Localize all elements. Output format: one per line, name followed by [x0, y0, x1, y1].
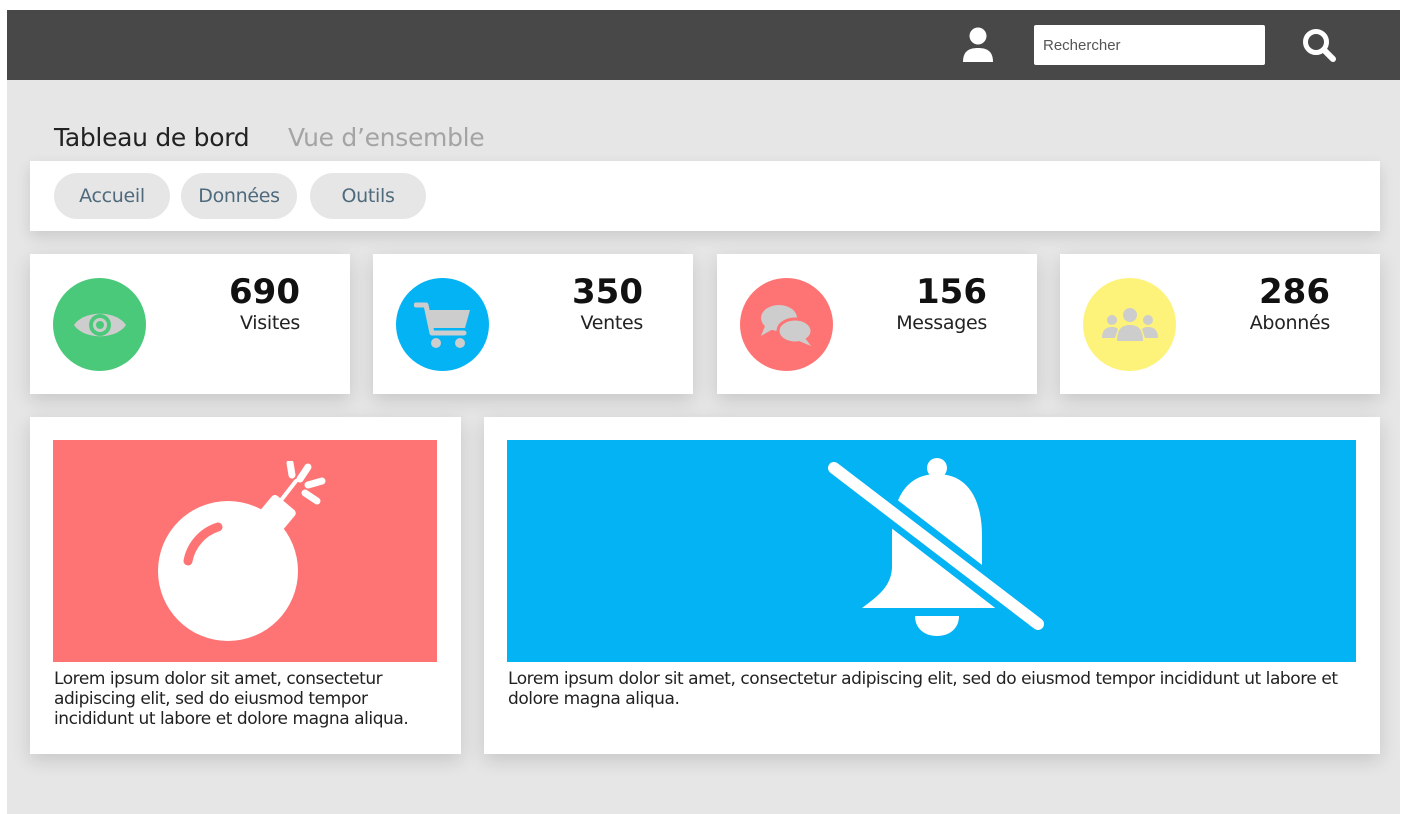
search-icon[interactable]: [1301, 27, 1337, 63]
card-description: Lorem ipsum dolor sit amet, consectetur …: [54, 669, 409, 729]
stat-label: Ventes: [580, 312, 644, 334]
page-title: Tableau de bord: [54, 123, 250, 152]
stat-card-abonnes: 286 Abonnés: [1060, 254, 1380, 394]
cart-icon: [413, 302, 470, 348]
stat-label: Visites: [240, 312, 300, 334]
stat-label: Abonnés: [1249, 312, 1331, 334]
top-bar: [7, 10, 1400, 80]
stat-value: 690: [229, 272, 300, 312]
users-icon: [1101, 307, 1158, 341]
bell-slash-icon: [818, 456, 1052, 639]
nav-item-accueil[interactable]: Accueil: [54, 173, 170, 219]
nav-item-outils[interactable]: Outils: [310, 173, 426, 219]
app-frame: Tableau de bord Vue d’ensemble Accueil D…: [7, 10, 1400, 814]
content-card-bell: Lorem ipsum dolor sit amet, consectetur …: [484, 417, 1380, 754]
banner-image: [507, 440, 1356, 662]
eye-icon: [73, 313, 126, 336]
stat-value: 156: [916, 272, 987, 312]
banner-image: [53, 440, 437, 662]
stat-label: Messages: [896, 312, 987, 334]
stat-value: 350: [572, 272, 643, 312]
stat-icon-circle: [53, 278, 146, 371]
nav-item-donnees[interactable]: Données: [181, 173, 297, 219]
stat-card-ventes: 350 Ventes: [373, 254, 693, 394]
stat-icon-circle: [1083, 278, 1176, 371]
card-description: Lorem ipsum dolor sit amet, consectetur …: [508, 669, 1338, 709]
bomb-icon: [158, 461, 326, 641]
stat-icon-circle: [740, 278, 833, 371]
stat-icon-circle: [396, 278, 489, 371]
stat-card-messages: 156 Messages: [717, 254, 1037, 394]
search-input[interactable]: [1034, 25, 1265, 65]
content-card-bomb: Lorem ipsum dolor sit amet, consectetur …: [30, 417, 461, 754]
user-icon[interactable]: [962, 27, 994, 63]
page-subtitle: Vue d’ensemble: [288, 123, 485, 152]
nav-bar: Accueil Données Outils: [30, 161, 1380, 231]
stat-card-visites: 690 Visites: [30, 254, 350, 394]
stat-value: 286: [1259, 272, 1330, 312]
chat-icon: [760, 304, 813, 346]
